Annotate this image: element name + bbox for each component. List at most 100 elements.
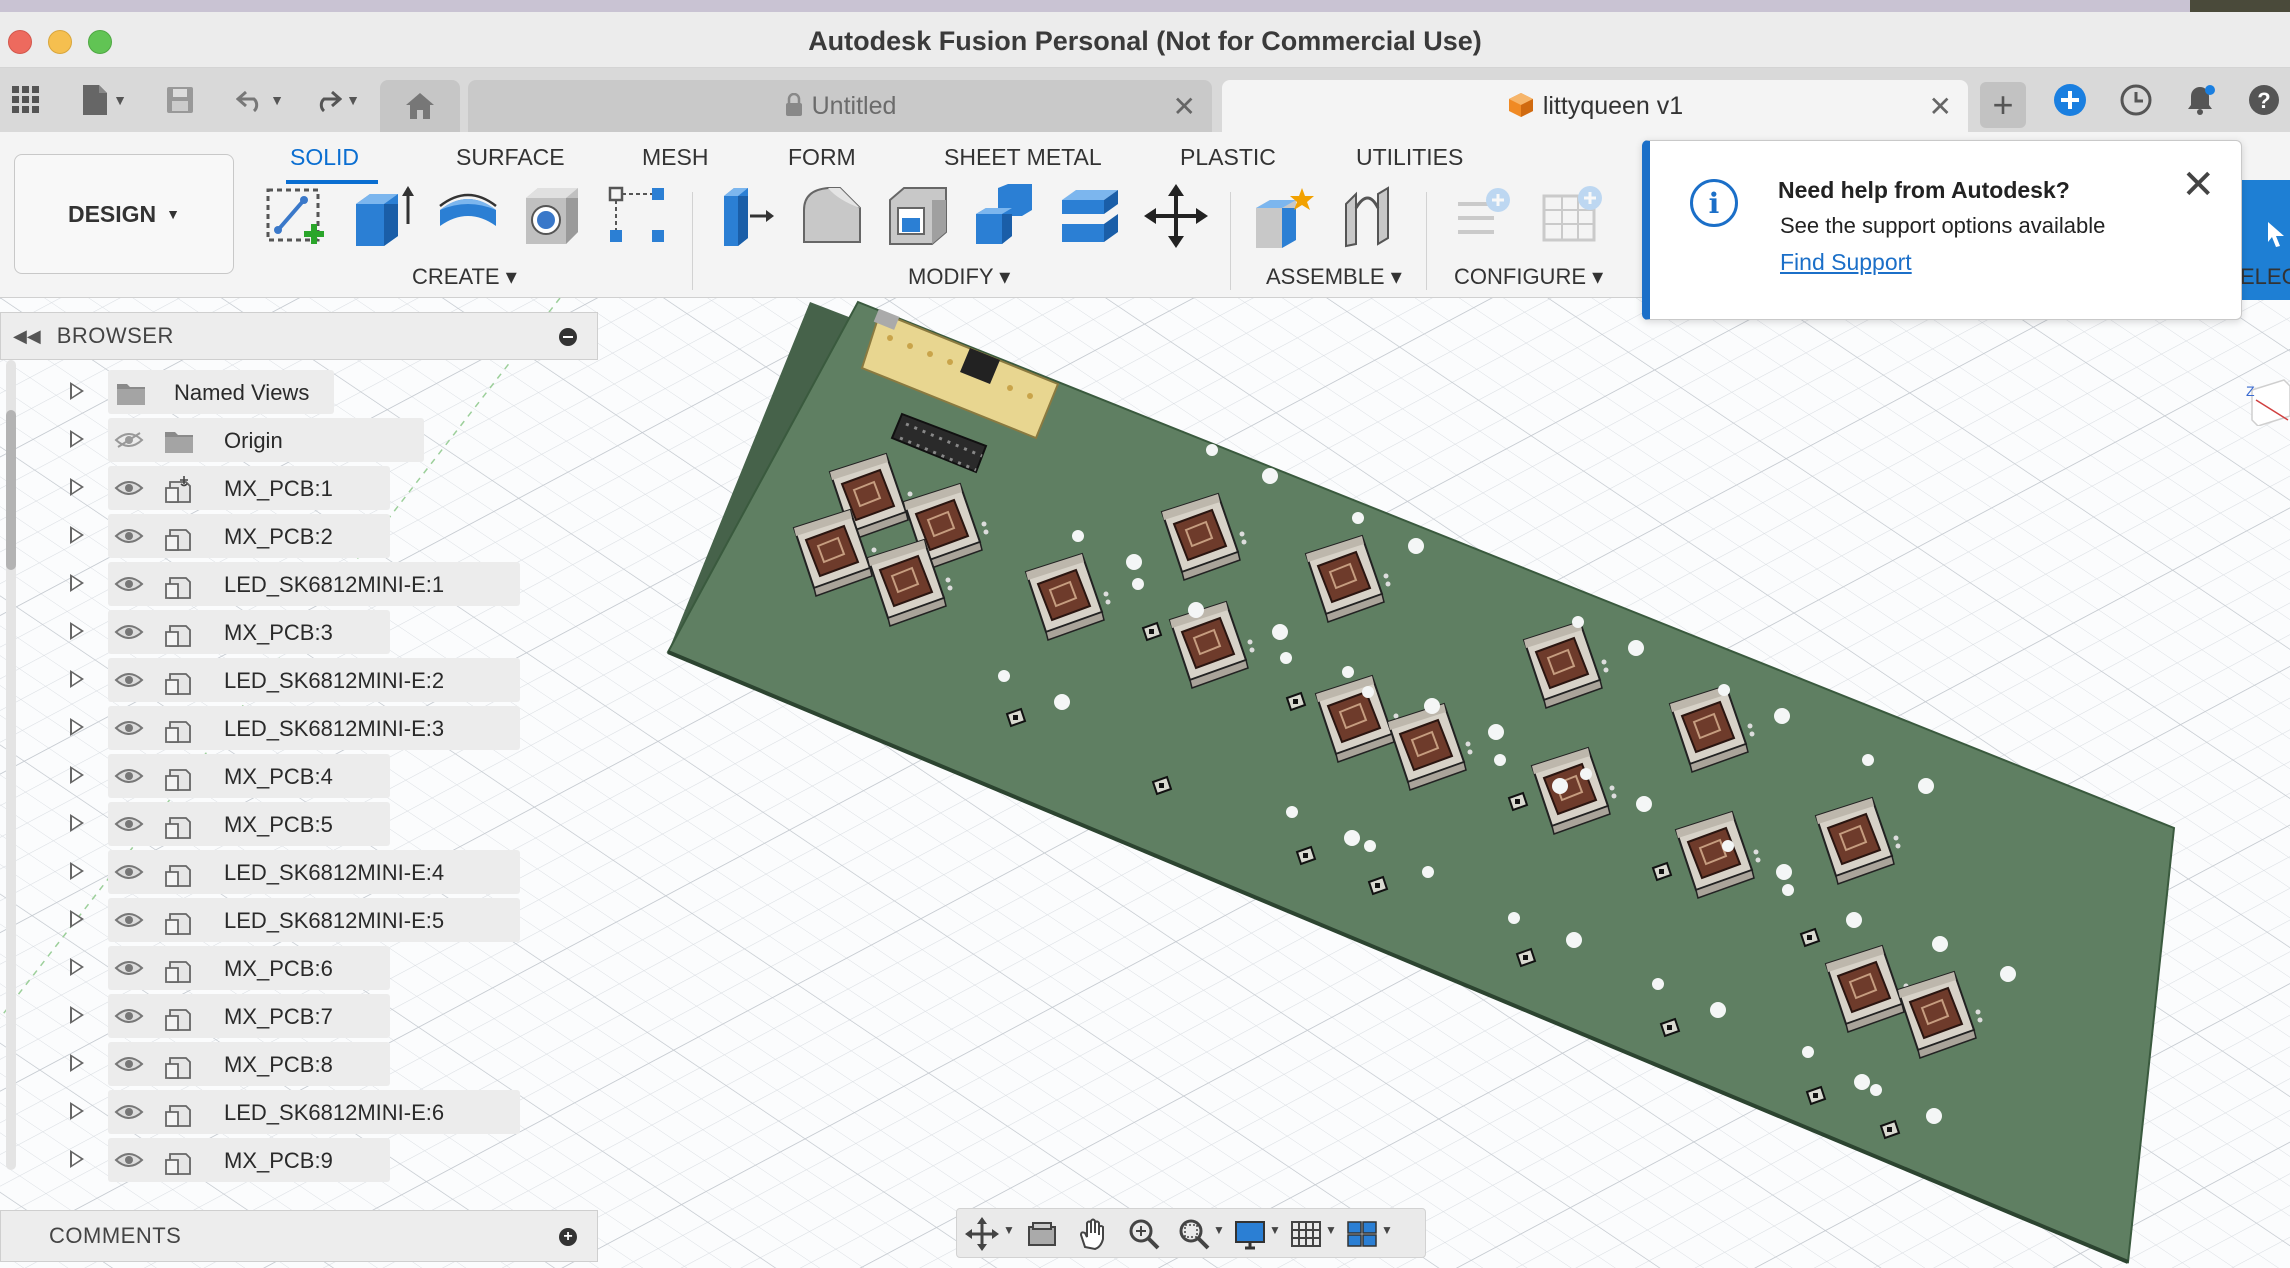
expand-arrow-icon[interactable] [70, 622, 84, 640]
pattern-icon[interactable] [606, 184, 670, 248]
chevron-down-icon[interactable]: ▼ [1325, 1223, 1337, 1237]
tab-untitled[interactable]: Untitled ✕ [468, 80, 1212, 132]
modify-menu-button[interactable]: MODIFY ▾ [908, 264, 1010, 290]
home-tab[interactable] [380, 80, 460, 132]
expand-arrow-icon[interactable] [70, 526, 84, 544]
visibility-icon[interactable] [114, 816, 144, 832]
visibility-icon[interactable] [114, 912, 144, 928]
expand-arrow-icon[interactable] [70, 1006, 84, 1024]
browser-tree-item[interactable]: MX_PCB:6 [0, 946, 598, 990]
combine-icon[interactable] [972, 184, 1036, 248]
hole-icon[interactable] [520, 184, 584, 248]
browser-tree-item[interactable]: MX_PCB:3 [0, 610, 598, 654]
tab-utilities[interactable]: UTILITIES [1356, 144, 1463, 171]
chevron-down-icon[interactable]: ▼ [1381, 1223, 1393, 1237]
browser-tree-item[interactable]: MX_PCB:7 [0, 994, 598, 1038]
redo-button[interactable]: ▼ [306, 80, 366, 120]
new-tab-button[interactable]: + [1980, 82, 2026, 128]
pan-hand-icon[interactable] [1075, 1217, 1109, 1251]
expand-arrow-icon[interactable] [70, 670, 84, 688]
browser-tree-item[interactable]: LED_SK6812MINI-E:2 [0, 658, 598, 702]
collapse-panel-icon[interactable]: ◀◀ [13, 326, 41, 347]
extensions-button[interactable] [2050, 80, 2090, 120]
minimize-panel-icon[interactable] [559, 328, 577, 346]
expand-arrow-icon[interactable] [70, 1102, 84, 1120]
create-sketch-icon[interactable] [264, 184, 328, 248]
expand-arrow-icon[interactable] [70, 718, 84, 736]
browser-tree-item[interactable]: MX_PCB:2 [0, 514, 598, 558]
tab-mesh[interactable]: MESH [642, 144, 708, 171]
undo-button[interactable]: ▼ [230, 80, 290, 120]
browser-tree-item[interactable]: MX_PCB:4 [0, 754, 598, 798]
visibility-icon[interactable] [114, 672, 144, 688]
tab-form[interactable]: FORM [788, 144, 856, 171]
tab-solid[interactable]: SOLID [290, 144, 359, 171]
visibility-icon[interactable] [114, 528, 144, 544]
browser-tree-item[interactable]: MX_PCB:5 [0, 802, 598, 846]
viewports-icon[interactable] [1345, 1217, 1379, 1251]
visibility-icon[interactable] [114, 720, 144, 736]
expand-arrow-icon[interactable] [70, 430, 84, 448]
visibility-icon[interactable] [114, 864, 144, 880]
visibility-icon[interactable] [114, 768, 144, 784]
visibility-icon[interactable] [114, 1152, 144, 1168]
shell-icon[interactable] [886, 184, 950, 248]
grid-settings-icon[interactable] [1289, 1217, 1323, 1251]
data-panel-grid-icon[interactable] [8, 80, 44, 120]
zoom-window-icon[interactable] [1177, 1217, 1211, 1251]
workspace-switcher[interactable]: DESIGN ▼ [14, 154, 234, 274]
expand-arrow-icon[interactable] [70, 478, 84, 496]
chevron-down-icon[interactable]: ▼ [1003, 1223, 1015, 1237]
tab-littyqueen[interactable]: littyqueen v1 ✕ [1222, 80, 1968, 132]
new-component-icon[interactable] [1252, 184, 1316, 248]
add-comment-icon[interactable]: + [559, 1228, 577, 1246]
browser-tree-item[interactable]: Named Views [0, 370, 598, 414]
notifications-button[interactable] [2180, 80, 2220, 120]
configuration-table-icon[interactable] [1540, 184, 1604, 248]
move-icon[interactable] [1144, 184, 1208, 248]
create-menu-button[interactable]: CREATE ▾ [412, 264, 517, 290]
comments-panel[interactable]: COMMENTS + [0, 1210, 598, 1262]
visibility-icon[interactable] [114, 960, 144, 976]
browser-tree-item[interactable]: LED_SK6812MINI-E:6 [0, 1090, 598, 1134]
assemble-menu-button[interactable]: ASSEMBLE ▾ [1266, 264, 1402, 290]
close-tab-icon[interactable]: ✕ [1173, 90, 1196, 123]
joint-icon[interactable] [1338, 184, 1402, 248]
browser-panel-header[interactable]: ◀◀ BROWSER [0, 312, 598, 360]
view-cube-icon[interactable]: Z [2244, 376, 2290, 426]
fillet-icon[interactable] [800, 184, 864, 248]
browser-tree-item[interactable]: LED_SK6812MINI-E:3 [0, 706, 598, 750]
display-settings-icon[interactable] [1233, 1217, 1267, 1251]
expand-arrow-icon[interactable] [70, 382, 84, 400]
chevron-down-icon[interactable]: ▼ [1269, 1223, 1281, 1237]
expand-arrow-icon[interactable] [70, 814, 84, 832]
expand-arrow-icon[interactable] [70, 766, 84, 784]
tab-surface[interactable]: SURFACE [456, 144, 565, 171]
visibility-icon[interactable] [114, 576, 144, 592]
find-support-link[interactable]: Find Support [1780, 249, 1912, 276]
visibility-icon[interactable] [114, 480, 144, 496]
browser-tree-item[interactable]: LED_SK6812MINI-E:5 [0, 898, 598, 942]
visibility-icon[interactable] [114, 624, 144, 640]
press-pull-icon[interactable] [714, 184, 778, 248]
browser-tree-item[interactable]: MX_PCB:1 [0, 466, 598, 510]
configure-menu-button[interactable]: CONFIGURE ▾ [1454, 264, 1603, 290]
tab-sheet-metal[interactable]: SHEET METAL [944, 144, 1102, 171]
save-button[interactable] [162, 80, 198, 120]
tab-plastic[interactable]: PLASTIC [1180, 144, 1276, 171]
zoom-icon[interactable] [1127, 1217, 1161, 1251]
help-button[interactable]: ? [2244, 80, 2284, 120]
expand-arrow-icon[interactable] [70, 910, 84, 928]
expand-arrow-icon[interactable] [70, 862, 84, 880]
visibility-icon[interactable] [114, 1056, 144, 1072]
chevron-down-icon[interactable]: ▼ [1213, 1223, 1225, 1237]
expand-arrow-icon[interactable] [70, 1054, 84, 1072]
expand-arrow-icon[interactable] [70, 574, 84, 592]
file-menu-button[interactable]: ▼ [74, 80, 134, 120]
look-at-icon[interactable] [1025, 1217, 1059, 1251]
offset-face-icon[interactable] [1058, 184, 1122, 248]
orbit-move-icon[interactable] [965, 1217, 999, 1251]
job-status-button[interactable] [2116, 80, 2156, 120]
browser-tree-item[interactable]: LED_SK6812MINI-E:1 [0, 562, 598, 606]
visibility-icon[interactable] [114, 1104, 144, 1120]
